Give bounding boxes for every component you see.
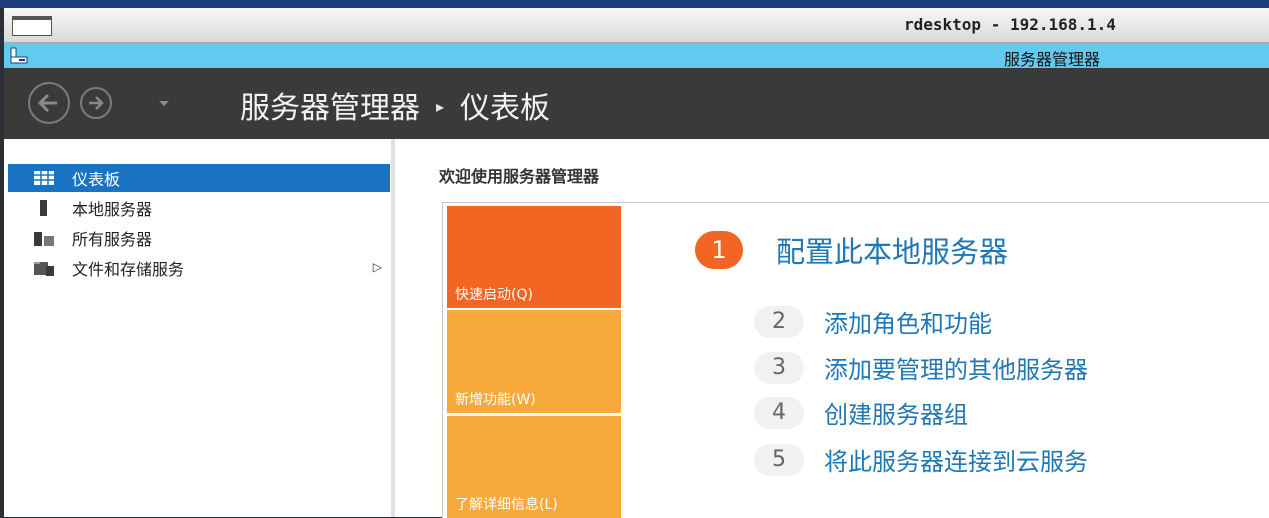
desktop-top-strip [0, 0, 1269, 8]
step-number-badge: 1 [695, 231, 743, 269]
history-dropdown-icon[interactable] [158, 100, 170, 108]
sidebar-item-label: 文件和存储服务 [72, 260, 185, 279]
step-number-badge: 3 [754, 351, 804, 384]
forward-arrow-icon [89, 96, 104, 110]
app-title: 服务器管理器 [1004, 50, 1101, 69]
sidebar-item-file-storage[interactable]: 文件和存储服务 ▷ [8, 254, 390, 282]
expand-arrow-icon[interactable]: ▷ [373, 260, 382, 274]
tile-learn-more[interactable]: 了解详细信息(L) [447, 416, 621, 518]
step-link[interactable]: 创建服务器组 [824, 395, 968, 430]
step-configure-local-server[interactable]: 1 配置此本地服务器 [695, 229, 1008, 271]
window-title: rdesktop - 192.168.1.4 [904, 15, 1116, 34]
tile-label: 新增功能(W) [455, 392, 536, 408]
sidebar-item-label: 本地服务器 [72, 200, 153, 219]
step-link[interactable]: 配置此本地服务器 [776, 229, 1008, 271]
file-storage-icon [34, 262, 54, 276]
back-button[interactable] [28, 82, 70, 124]
forward-button[interactable] [80, 87, 112, 119]
tile-quick-start[interactable]: 快速启动(Q) [447, 206, 621, 308]
step-link[interactable]: 将此服务器连接到云服务 [824, 442, 1088, 477]
breadcrumb-current: 仪表板 [460, 91, 551, 126]
breadcrumb: 服务器管理器 ▸ 仪表板 [240, 83, 550, 127]
window-menu-icon[interactable] [12, 16, 52, 36]
step-link[interactable]: 添加角色和功能 [824, 304, 992, 339]
sidebar-item-dashboard[interactable]: 仪表板 [8, 164, 390, 192]
tile-label: 快速启动(Q) [455, 287, 533, 303]
all-servers-icon [34, 232, 54, 246]
step-number-badge: 5 [754, 443, 804, 476]
back-arrow-icon [37, 93, 57, 113]
sidebar-item-local-server[interactable]: 本地服务器 [8, 194, 390, 222]
sidebar-item-label: 仪表板 [72, 170, 121, 189]
tile-whats-new[interactable]: 新增功能(W) [447, 310, 621, 413]
tile-label: 了解详细信息(L) [455, 497, 558, 513]
dashboard-icon [34, 171, 54, 185]
navigation-header: 服务器管理器 ▸ 仪表板 [4, 68, 1269, 139]
window-titlebar[interactable]: rdesktop - 192.168.1.4 [4, 8, 1269, 43]
server-manager-app-icon [10, 47, 28, 64]
step-number-badge: 4 [754, 396, 804, 429]
breadcrumb-root[interactable]: 服务器管理器 [240, 91, 420, 126]
welcome-panel: 快速启动(Q) 新增功能(W) 了解详细信息(L) 1 配置此本地服务器 2 添… [442, 202, 1269, 518]
sidebar-item-label: 所有服务器 [72, 230, 153, 249]
step-link[interactable]: 添加要管理的其他服务器 [824, 350, 1088, 385]
welcome-heading: 欢迎使用服务器管理器 [439, 167, 600, 186]
sidebar-item-all-servers[interactable]: 所有服务器 [8, 224, 390, 252]
sidebar: 仪表板 本地服务器 所有服务器 文件和存储服务 ▷ [4, 139, 395, 517]
app-titlebar: 服务器管理器 [4, 43, 1269, 69]
step-connect-cloud[interactable]: 5 将此服务器连接到云服务 [754, 442, 1088, 477]
dashboard-main: 欢迎使用服务器管理器 快速启动(Q) 新增功能(W) 了解详细信息(L) 1 配… [395, 139, 1269, 518]
step-number-badge: 2 [754, 305, 804, 338]
local-server-icon [40, 200, 47, 216]
step-add-servers[interactable]: 3 添加要管理的其他服务器 [754, 350, 1088, 385]
step-add-roles[interactable]: 2 添加角色和功能 [754, 304, 992, 339]
step-create-group[interactable]: 4 创建服务器组 [754, 395, 968, 430]
breadcrumb-separator-icon: ▸ [436, 97, 445, 116]
